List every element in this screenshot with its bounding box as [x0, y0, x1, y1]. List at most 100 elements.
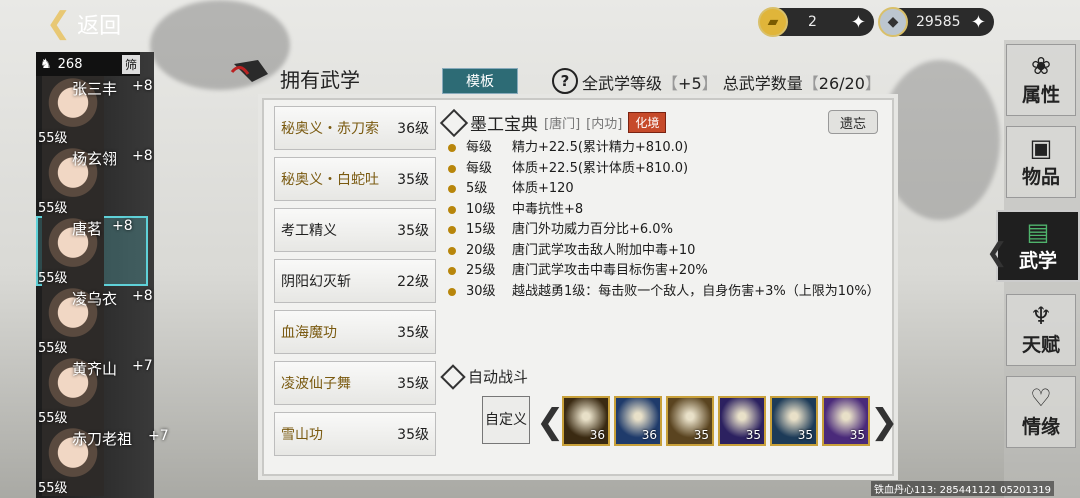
skill-slot[interactable]: 35 — [822, 396, 870, 446]
skill-slot[interactable]: 35 — [718, 396, 766, 446]
skill-list[interactable]: 秘奥义・赤刀索 36级 秘奥义・白蛇吐 35级 考工精义 35级 阴阳幻灭斩 2… — [274, 106, 436, 456]
effect-level: 20级 — [466, 242, 496, 258]
back-label: 返回 — [77, 13, 122, 39]
hero-bonus: +7 — [132, 358, 153, 374]
forget-button[interactable]: 遗忘 — [828, 110, 878, 134]
effect-text: 唐门外功威力百分比+6.0% — [512, 222, 673, 237]
skill-item[interactable]: 秘奥义・赤刀索 36级 — [274, 106, 436, 150]
hero-level: 55级 — [38, 201, 68, 216]
effect-level: 每级 — [466, 140, 493, 155]
bond-icon: ♡ — [1030, 383, 1052, 412]
martial-count-label: 总武学数量 — [722, 74, 803, 93]
effect-row: 每级 精力+22.5(累计精力+810.0) — [448, 138, 878, 159]
overall-level-value: +5 — [678, 74, 702, 93]
diamond-icon — [439, 108, 469, 137]
skill-level: 35级 — [397, 325, 429, 341]
hero-card[interactable]: 张三丰 55级 — [36, 76, 136, 146]
skill-level: 35级 — [397, 376, 429, 392]
power-value: 268 — [57, 56, 83, 72]
auto-battle-header: 自动战斗 — [440, 363, 529, 390]
nav-bond[interactable]: ♡ 情缘 — [1006, 376, 1076, 448]
skill-item[interactable]: 雪山功 35级 — [274, 412, 436, 456]
bullet-icon — [448, 205, 456, 214]
custom-button[interactable]: 自定义 — [482, 396, 530, 444]
silver-ingot-icon: ◆ — [878, 7, 908, 37]
effect-text: 越战越勇1级：每击败一个敌人，自身伤害+3%（上限为10%） — [512, 283, 880, 299]
diamond-icon — [440, 363, 466, 390]
hero-bonus: +8 — [132, 148, 153, 164]
slot-count: 35 — [745, 428, 761, 442]
gold-currency: ▰ 2 ✦ — [758, 7, 874, 37]
prev-arrow-icon[interactable]: ❮ — [536, 402, 565, 442]
effect-row: 5级 体质+120 — [448, 179, 878, 200]
auto-battle-label: 自动战斗 — [468, 368, 529, 386]
nav-label: 武学 — [1018, 249, 1057, 272]
skill-item[interactable]: 血海魔功 35级 — [274, 310, 436, 354]
nav-talent[interactable]: ♆ 天赋 — [1006, 294, 1076, 366]
skill-name: 雪山功 — [281, 427, 323, 443]
slot-count: 36 — [641, 428, 657, 442]
hero-level: 55级 — [38, 131, 68, 146]
skill-level: 22级 — [397, 274, 429, 290]
skill-slot[interactable]: 36 — [614, 396, 662, 446]
bullet-icon — [448, 226, 456, 234]
nav-attributes[interactable]: ❀ 属性 — [1006, 44, 1076, 116]
skill-slot[interactable]: 35 — [666, 396, 714, 446]
silver-currency: ◆ 29585 ✦ — [878, 7, 994, 37]
add-silver-button[interactable]: ✦ — [971, 12, 986, 33]
nav-martial-arts[interactable]: ▤ 武学 — [996, 210, 1080, 282]
hero-name: 凌乌衣 — [72, 290, 118, 308]
filter-button[interactable]: 筛 — [121, 54, 140, 74]
effect-text: 中毒抗性+8 — [512, 201, 584, 217]
effect-text: 唐门武学攻击中毒目标伤害+20% — [512, 263, 708, 278]
slot-count: 35 — [797, 428, 813, 442]
panel-title: 拥有武学 — [280, 68, 360, 92]
skill-slot[interactable]: 35 — [770, 396, 818, 446]
hero-card[interactable]: 黄齐山 55级 — [36, 356, 136, 426]
hero-name: 唐茗 — [72, 220, 103, 238]
next-arrow-icon[interactable]: ❯ — [870, 402, 899, 442]
skill-item[interactable]: 阴阳幻灭斩 22级 — [274, 259, 436, 303]
nav-label: 情缘 — [1021, 415, 1060, 438]
nav-label: 天赋 — [1021, 333, 1060, 356]
hero-card[interactable]: 杨玄翎 55级 — [36, 146, 136, 216]
hero-card[interactable]: 赤刀老祖 55级 — [36, 426, 136, 496]
effect-row: 每级 体质+22.5(累计体质+810.0) — [448, 159, 878, 180]
skill-detail-name: 墨工宝典 — [470, 115, 538, 135]
gold-value: 2 — [808, 14, 817, 30]
effect-level: 25级 — [466, 263, 496, 278]
overall-level-label: 全武学等级 — [582, 74, 663, 93]
power-bar: ♞ 268 筛 — [36, 52, 140, 76]
back-button[interactable]: ❮ 返回 — [46, 6, 121, 41]
nav-label: 物品 — [1021, 165, 1060, 188]
skill-name: 考工精义 — [281, 223, 337, 239]
add-gold-button[interactable]: ✦ — [851, 12, 866, 33]
effect-text: 体质+120 — [512, 181, 574, 196]
hero-name: 赤刀老祖 — [72, 430, 133, 448]
gold-ingot-icon: ▰ — [758, 7, 788, 37]
hero-card[interactable]: 凌乌衣 55级 — [36, 286, 136, 356]
effect-row: 25级 唐门武学攻击中毒目标伤害+20% — [448, 261, 878, 282]
effect-level: 每级 — [466, 160, 493, 176]
effect-row: 20级 唐门武学攻击敌人附加中毒+10 — [448, 241, 878, 262]
skill-level: 35级 — [397, 223, 429, 239]
panel-emblem-icon — [230, 60, 268, 82]
skill-slot[interactable]: 36 — [562, 396, 610, 446]
skill-item[interactable]: 秘奥义・白蛇吐 35级 — [274, 157, 436, 201]
nav-items[interactable]: ▣ 物品 — [1006, 126, 1076, 198]
hero-level: 55级 — [38, 411, 68, 426]
hero-level: 55级 — [38, 271, 68, 286]
nav-chevron-icon: ❮ — [986, 238, 1008, 268]
help-icon[interactable]: ? — [552, 68, 578, 94]
martial-arts-panel: 拥有武学 模板 ? 全武学等级【+5】 总武学数量【26/20】 秘奥义・赤刀索… — [226, 52, 902, 478]
template-button[interactable]: 模板 — [442, 68, 518, 94]
footer-text: 铁血丹心113: 285441121 05201319 — [871, 481, 1054, 496]
talent-icon: ♆ — [1030, 301, 1052, 330]
realm-badge: 化境 — [628, 112, 667, 133]
skill-level: 35级 — [397, 427, 429, 443]
skill-item[interactable]: 凌波仙子舞 35级 — [274, 361, 436, 405]
slot-count: 35 — [849, 428, 865, 442]
skill-item[interactable]: 考工精义 35级 — [274, 208, 436, 252]
skill-detail: 墨工宝典 [唐门] [内功] 化境 遗忘 每级 精力+22.5(累计精力+810.… — [439, 106, 899, 474]
slot-count: 36 — [589, 428, 605, 442]
